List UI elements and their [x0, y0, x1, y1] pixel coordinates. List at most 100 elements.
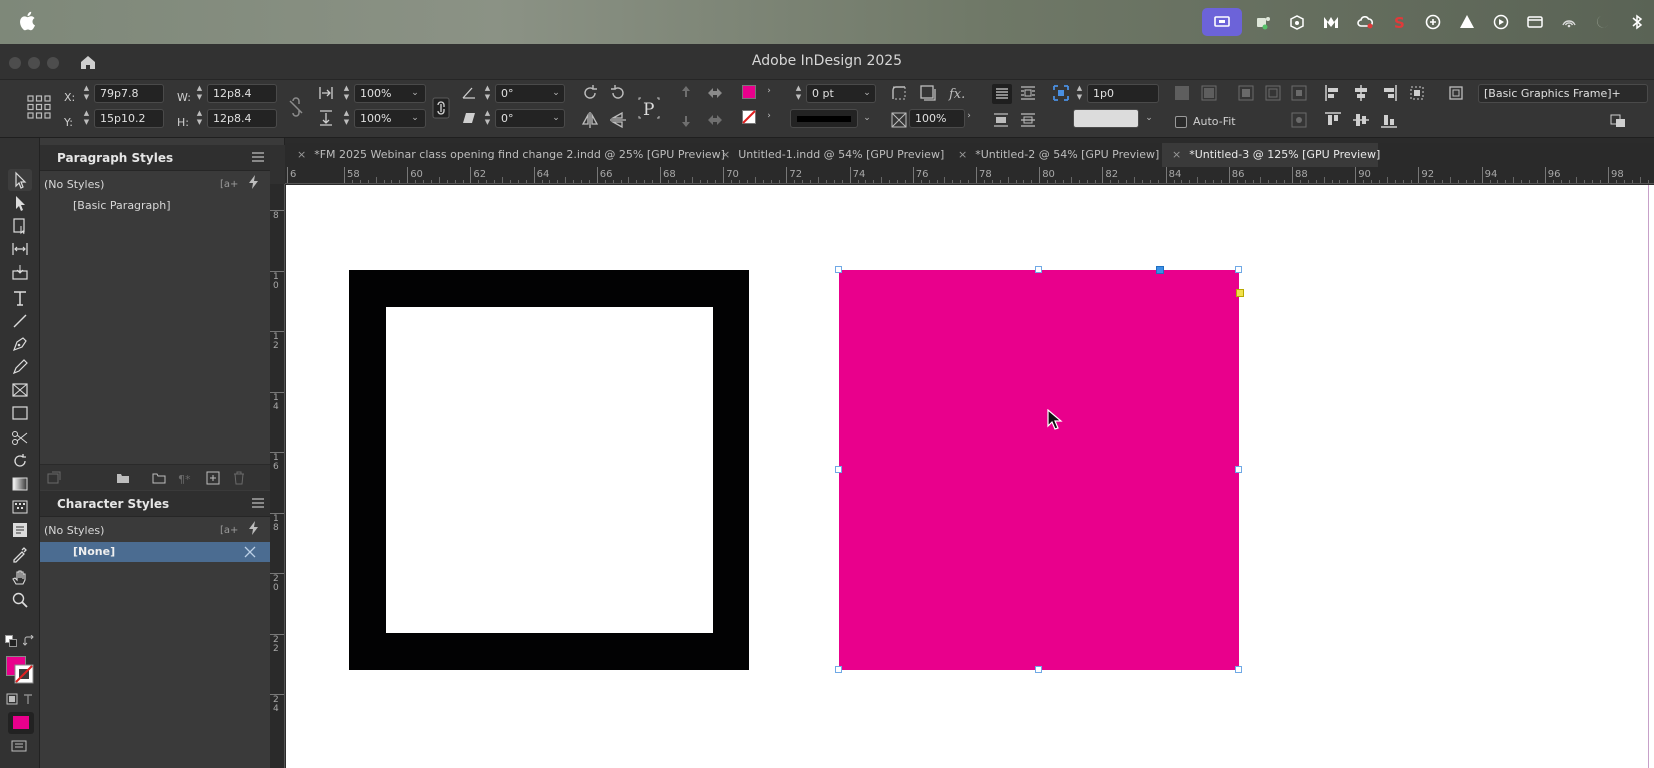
tab-untitled-3[interactable]: × *Untitled-3 @ 125% [GPU Preview]: [1162, 143, 1380, 167]
hand-tool[interactable]: [8, 566, 32, 588]
eyedropper-tool[interactable]: [8, 543, 32, 565]
selection-handle-top-right[interactable]: [1235, 266, 1242, 273]
quick-apply-bolt-icon[interactable]: [248, 175, 260, 189]
fitting-stepper[interactable]: ▲ ▼: [1075, 84, 1084, 103]
fit-content-to-frame-icon[interactable]: [1236, 83, 1256, 103]
gradient-feather-tool[interactable]: [8, 496, 32, 518]
vertical-ruler[interactable]: 8 1 0 1 2 1 4 1 6 1 8 2 0 2 2 2 4: [270, 184, 285, 768]
rectangle-frame-tool[interactable]: [8, 379, 32, 401]
tab-untitled-2[interactable]: × *Untitled-2 @ 54% [GPU Preview]: [958, 143, 1159, 167]
paragraph-styles-panel-header[interactable]: Paragraph Styles: [40, 145, 270, 171]
scale-y-dropdown-icon[interactable]: ⌄: [408, 109, 422, 128]
tab-fm-2025-webinar[interactable]: × *FM 2025 Webinar class opening find cha…: [297, 143, 725, 167]
align-right-edges-icon[interactable]: [1379, 83, 1399, 103]
tab-untitled-1[interactable]: × Untitled-1.indd @ 54% [GPU Preview]: [721, 143, 944, 167]
auto-fit-checkbox[interactable]: [1175, 116, 1187, 128]
rotate-stepper[interactable]: ▲ ▼: [483, 84, 492, 103]
stroke-color-box-icon[interactable]: [14, 664, 34, 684]
gradient-swatch-tool[interactable]: [8, 473, 32, 495]
clear-overrides-icon[interactable]: ¶*: [178, 471, 192, 485]
y-stepper[interactable]: ▲ ▼: [82, 109, 91, 128]
constrain-proportions-icon[interactable]: [286, 97, 306, 117]
fitting-preview-field[interactable]: [1073, 109, 1139, 128]
selection-handle-top-left[interactable]: [835, 266, 842, 273]
selection-tool[interactable]: [8, 169, 32, 191]
rotate-cw-icon[interactable]: [580, 83, 600, 103]
play-icon[interactable]: [1484, 0, 1518, 44]
stroke-type-dropdown-icon[interactable]: ⌄: [860, 109, 874, 128]
pen-tool[interactable]: [8, 333, 32, 355]
align-bottom-edges-icon[interactable]: [1379, 110, 1399, 130]
selection-handle-top-center[interactable]: [1035, 266, 1042, 273]
x-stepper[interactable]: ▲ ▼: [82, 84, 91, 103]
opacity-field[interactable]: 100%: [909, 109, 965, 128]
content-collector-tool[interactable]: [8, 261, 32, 283]
formatting-affects-container-icon[interactable]: [6, 693, 18, 705]
bluetooth-icon[interactable]: [1620, 0, 1654, 44]
fitting-offset-field[interactable]: 1p0: [1087, 84, 1159, 103]
stroke-weight-dropdown-icon[interactable]: ⌄: [860, 84, 874, 103]
character-style-none-row[interactable]: [None]: [40, 542, 270, 562]
wrap-around-shape-icon[interactable]: [991, 110, 1011, 130]
vpn-status-icon[interactable]: [1416, 0, 1450, 44]
horizontal-ruler[interactable]: 6 58 60 62 64 66 68 70 72 74 76 78 80 82 84 86 88 90 92 94 9…: [285, 167, 1654, 184]
note-tool[interactable]: [8, 519, 32, 541]
corner-options-icon[interactable]: [889, 83, 909, 103]
selection-handle-bottom-left[interactable]: [835, 666, 842, 673]
out-port-handle[interactable]: [1156, 266, 1164, 274]
scissors-tool[interactable]: [8, 427, 32, 449]
fill-swatch-menu-icon[interactable]: ›: [762, 82, 776, 101]
fit-frame-to-content-icon[interactable]: [1263, 83, 1283, 103]
creative-cloud-icon[interactable]: [1348, 0, 1382, 44]
fill-frame-proportionally-icon[interactable]: [1172, 83, 1192, 103]
direct-selection-tool[interactable]: [8, 192, 32, 214]
screen-mode-icon[interactable]: [10, 738, 28, 754]
normal-view-mode-button[interactable]: [8, 712, 34, 734]
selection-handle-middle-right[interactable]: [1235, 466, 1242, 473]
width-field[interactable]: 12p8.4: [207, 84, 277, 103]
quick-apply-bolt-icon[interactable]: [248, 521, 260, 535]
airdrop-icon[interactable]: [1552, 0, 1586, 44]
reference-point-icon[interactable]: [26, 94, 52, 120]
selection-handle-bottom-right[interactable]: [1235, 666, 1242, 673]
free-transform-tool[interactable]: [8, 450, 32, 472]
align-top-edges-icon[interactable]: [1323, 110, 1343, 130]
zoom-tool[interactable]: [8, 589, 32, 611]
live-corner-handle[interactable]: [1236, 289, 1244, 297]
flip-horizontal-icon[interactable]: [580, 110, 600, 130]
stroke-weight-stepper[interactable]: ▲ ▼: [794, 84, 803, 103]
gap-tool[interactable]: [8, 238, 32, 260]
screen-share-icon[interactable]: [1202, 8, 1242, 36]
new-folder-styles-icon[interactable]: [116, 471, 130, 485]
flip-vertical-icon[interactable]: [608, 110, 628, 130]
select-next-object-icon[interactable]: [705, 110, 725, 130]
shear-dropdown-icon[interactable]: ⌄: [549, 109, 563, 128]
content-aware-fit-icon[interactable]: [1289, 110, 1309, 130]
teams-icon[interactable]: [1246, 0, 1280, 44]
window-app-icon[interactable]: [1518, 0, 1552, 44]
panel-menu-icon[interactable]: [252, 152, 264, 162]
opacity-menu-icon[interactable]: ›: [962, 107, 976, 126]
apple-logo-icon[interactable]: [18, 10, 38, 32]
w-stepper[interactable]: ▲ ▼: [195, 84, 204, 103]
select-container-icon[interactable]: [676, 83, 696, 103]
fill-color-swatch[interactable]: [742, 85, 756, 99]
scale-x-stepper[interactable]: ▲ ▼: [342, 84, 351, 103]
new-style-icon[interactable]: [206, 471, 220, 485]
scale-x-dropdown-icon[interactable]: ⌄: [408, 84, 422, 103]
selection-handle-bottom-center[interactable]: [1035, 666, 1042, 673]
wrap-around-bounding-box-icon[interactable]: [1018, 83, 1038, 103]
malwarebytes-icon[interactable]: [1314, 0, 1348, 44]
swap-fill-stroke-icon[interactable]: [23, 635, 35, 647]
default-fill-stroke-icon[interactable]: [5, 635, 17, 647]
rotation-dropdown-icon[interactable]: ⌄: [549, 84, 563, 103]
s-app-icon[interactable]: S: [1382, 0, 1416, 44]
panel-menu-icon[interactable]: [252, 498, 264, 508]
close-tab-icon[interactable]: ×: [297, 143, 306, 167]
align-left-edges-icon[interactable]: [1323, 83, 1343, 103]
h-stepper[interactable]: ▲ ▼: [195, 109, 204, 128]
paragraph-no-styles[interactable]: (No Styles): [44, 178, 104, 191]
paragraph-style-item[interactable]: [Basic Paragraph]: [73, 199, 171, 212]
quick-apply-icon[interactable]: [1608, 110, 1628, 130]
line-tool[interactable]: [8, 310, 32, 332]
